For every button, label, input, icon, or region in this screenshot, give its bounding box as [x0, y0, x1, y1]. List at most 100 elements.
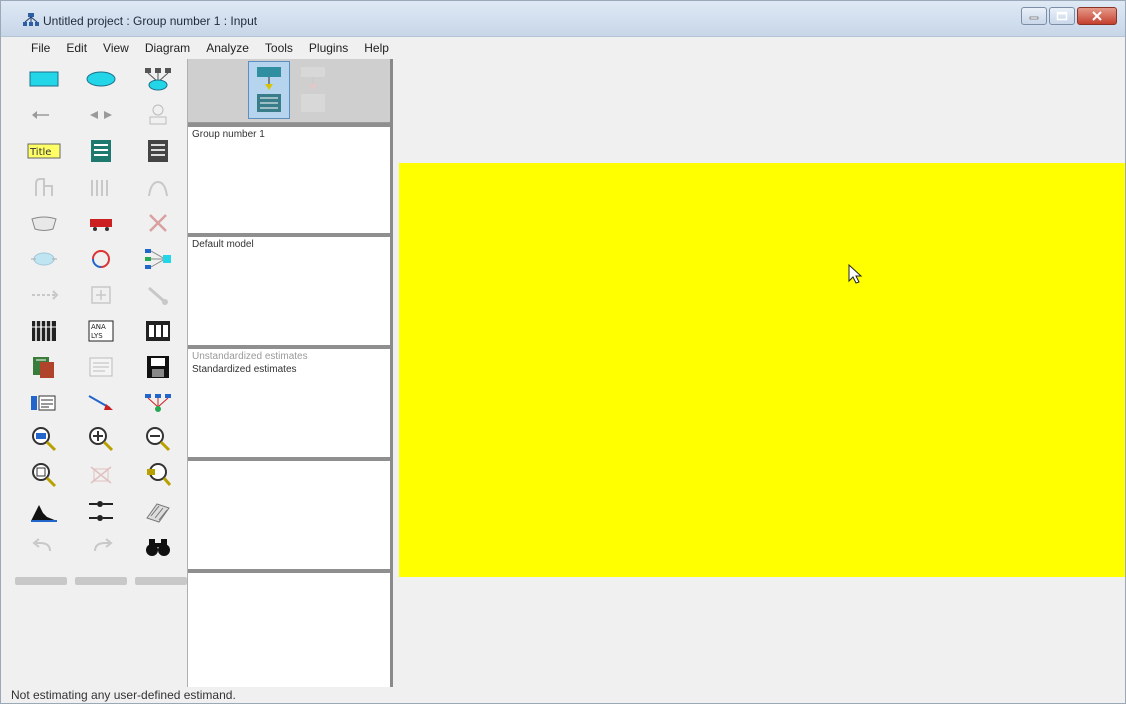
tool-touch-up[interactable] [129, 277, 186, 313]
tool-duplicate[interactable] [15, 205, 72, 241]
tool-unique-variable[interactable] [129, 97, 186, 133]
groups-pane: Group number 1 [188, 123, 390, 233]
tool-select-all[interactable] [72, 169, 129, 205]
drawing-area[interactable] [396, 59, 1125, 687]
tool-analysis-properties[interactable]: ANA LYS [72, 313, 129, 349]
tool-calculate-estimates[interactable] [129, 313, 186, 349]
tool-zoom-out[interactable] [129, 421, 186, 457]
tool-list-model-variables[interactable] [72, 133, 129, 169]
loupe-icon [146, 463, 171, 486]
minimize-icon [1029, 16, 1039, 20]
menu-plugins[interactable]: Plugins [301, 38, 356, 58]
zoom-in-icon [31, 427, 56, 452]
menu-view[interactable]: View [95, 38, 137, 58]
scroll-icon [90, 286, 111, 304]
tool-preserve-symmetries[interactable] [129, 385, 186, 421]
path-diagram-canvas[interactable] [399, 163, 1125, 577]
zoom-out-icon [145, 427, 170, 452]
drawing-area-margin [396, 59, 1125, 163]
tool-zoom-page[interactable] [15, 457, 72, 493]
tool-undo[interactable] [15, 529, 72, 565]
minimize-button[interactable] [1021, 7, 1047, 25]
input-diagram-button[interactable] [248, 61, 290, 119]
tool-zoom-in[interactable] [15, 421, 72, 457]
tool-observed-variable[interactable] [15, 61, 72, 97]
tool-select-data-files[interactable] [15, 313, 72, 349]
object-properties-icon [30, 395, 55, 411]
zoom-page-icon [31, 463, 56, 488]
toolbox-scrollbar[interactable] [15, 577, 187, 585]
draw-latent-variable-icon [144, 68, 171, 91]
input-path-diagram-icon [257, 67, 281, 112]
menu-file[interactable]: File [23, 38, 58, 58]
analysis-properties-icon: ANALYS [88, 320, 113, 342]
tool-erase[interactable] [129, 205, 186, 241]
save-diagram-icon [146, 356, 169, 378]
close-icon [1092, 11, 1102, 21]
menu-tools[interactable]: Tools [257, 38, 301, 58]
tool-move[interactable] [72, 205, 129, 241]
tool-move-parameters[interactable] [15, 277, 72, 313]
print-icon [145, 503, 170, 523]
amos-window: Untitled project : Group number 1 : Inpu… [0, 0, 1126, 704]
tool-loupe[interactable] [129, 457, 186, 493]
menu-diagram[interactable]: Diagram [137, 38, 198, 58]
group-item[interactable]: Group number 1 [188, 127, 390, 141]
tool-fit-page[interactable] [72, 457, 129, 493]
tool-grid: Title ANA LYS [15, 61, 187, 565]
output-diagram-button[interactable] [292, 61, 334, 119]
svg-text:LYS: LYS [91, 332, 103, 340]
reflect-indicators-icon [144, 249, 171, 269]
figure-caption-icon: Title [27, 143, 60, 159]
status-bar: Not estimating any user-defined estimand… [1, 687, 1125, 703]
tool-unobserved-variable[interactable] [72, 61, 129, 97]
tool-latent-variable[interactable] [129, 61, 186, 97]
tool-rotate-indicators[interactable] [72, 241, 129, 277]
window-controls [1021, 7, 1117, 25]
tool-figure-caption[interactable]: Title [15, 133, 72, 169]
select-one-object-icon [34, 178, 53, 196]
touch-up-icon [147, 286, 168, 305]
select-all-objects-icon [90, 180, 108, 196]
mouse-pointer-icon [848, 263, 863, 284]
tool-change-shape[interactable] [15, 241, 72, 277]
tool-view-text[interactable] [72, 349, 129, 385]
tool-deselect-all[interactable] [129, 169, 186, 205]
tool-copy-clipboard[interactable] [15, 349, 72, 385]
tool-covariance[interactable] [72, 97, 129, 133]
tool-zoom-plus[interactable] [72, 421, 129, 457]
tool-reflect-indicators[interactable] [129, 241, 186, 277]
close-button[interactable] [1077, 7, 1117, 25]
menu-bar: File Edit View Diagram Analyze Tools Plu… [1, 37, 1125, 59]
tool-object-properties[interactable] [15, 385, 72, 421]
maximize-button[interactable] [1049, 7, 1075, 25]
menu-help[interactable]: Help [356, 38, 397, 58]
move-objects-icon [89, 219, 112, 231]
list-variables-in-dataset-icon [147, 140, 168, 162]
title-bar: Untitled project : Group number 1 : Inpu… [1, 1, 1125, 37]
tool-select-one[interactable] [15, 169, 72, 205]
toolbox: Title ANA LYS [15, 61, 187, 591]
tool-save-diagram[interactable] [129, 349, 186, 385]
format-standardized-item[interactable]: Standardized estimates [188, 362, 390, 376]
tool-path[interactable] [15, 97, 72, 133]
menu-edit[interactable]: Edit [58, 38, 95, 58]
format-unstandardized-item[interactable]: Unstandardized estimates [188, 349, 390, 362]
multiple-group-analysis-icon [88, 501, 113, 521]
navigation-panel: Group number 1 Default model Unstandardi… [187, 59, 393, 687]
menu-analyze[interactable]: Analyze [198, 38, 257, 58]
tool-specification-search[interactable] [129, 529, 186, 565]
model-item[interactable]: Default model [188, 237, 390, 251]
move-parameter-values-icon [31, 290, 58, 300]
tool-print[interactable] [129, 493, 186, 529]
parameter-formats-pane: Unstandardized estimates Standardized es… [188, 345, 390, 457]
rotate-indicators-icon [91, 250, 110, 268]
tool-bayesian[interactable] [15, 493, 72, 529]
tool-redo[interactable] [72, 529, 129, 565]
tool-scroll[interactable] [72, 277, 129, 313]
tool-multiple-group[interactable] [72, 493, 129, 529]
maximize-icon [1056, 11, 1068, 21]
duplicate-objects-icon [30, 216, 57, 231]
tool-list-dataset-variables[interactable] [129, 133, 186, 169]
tool-drag-properties[interactable] [72, 385, 129, 421]
